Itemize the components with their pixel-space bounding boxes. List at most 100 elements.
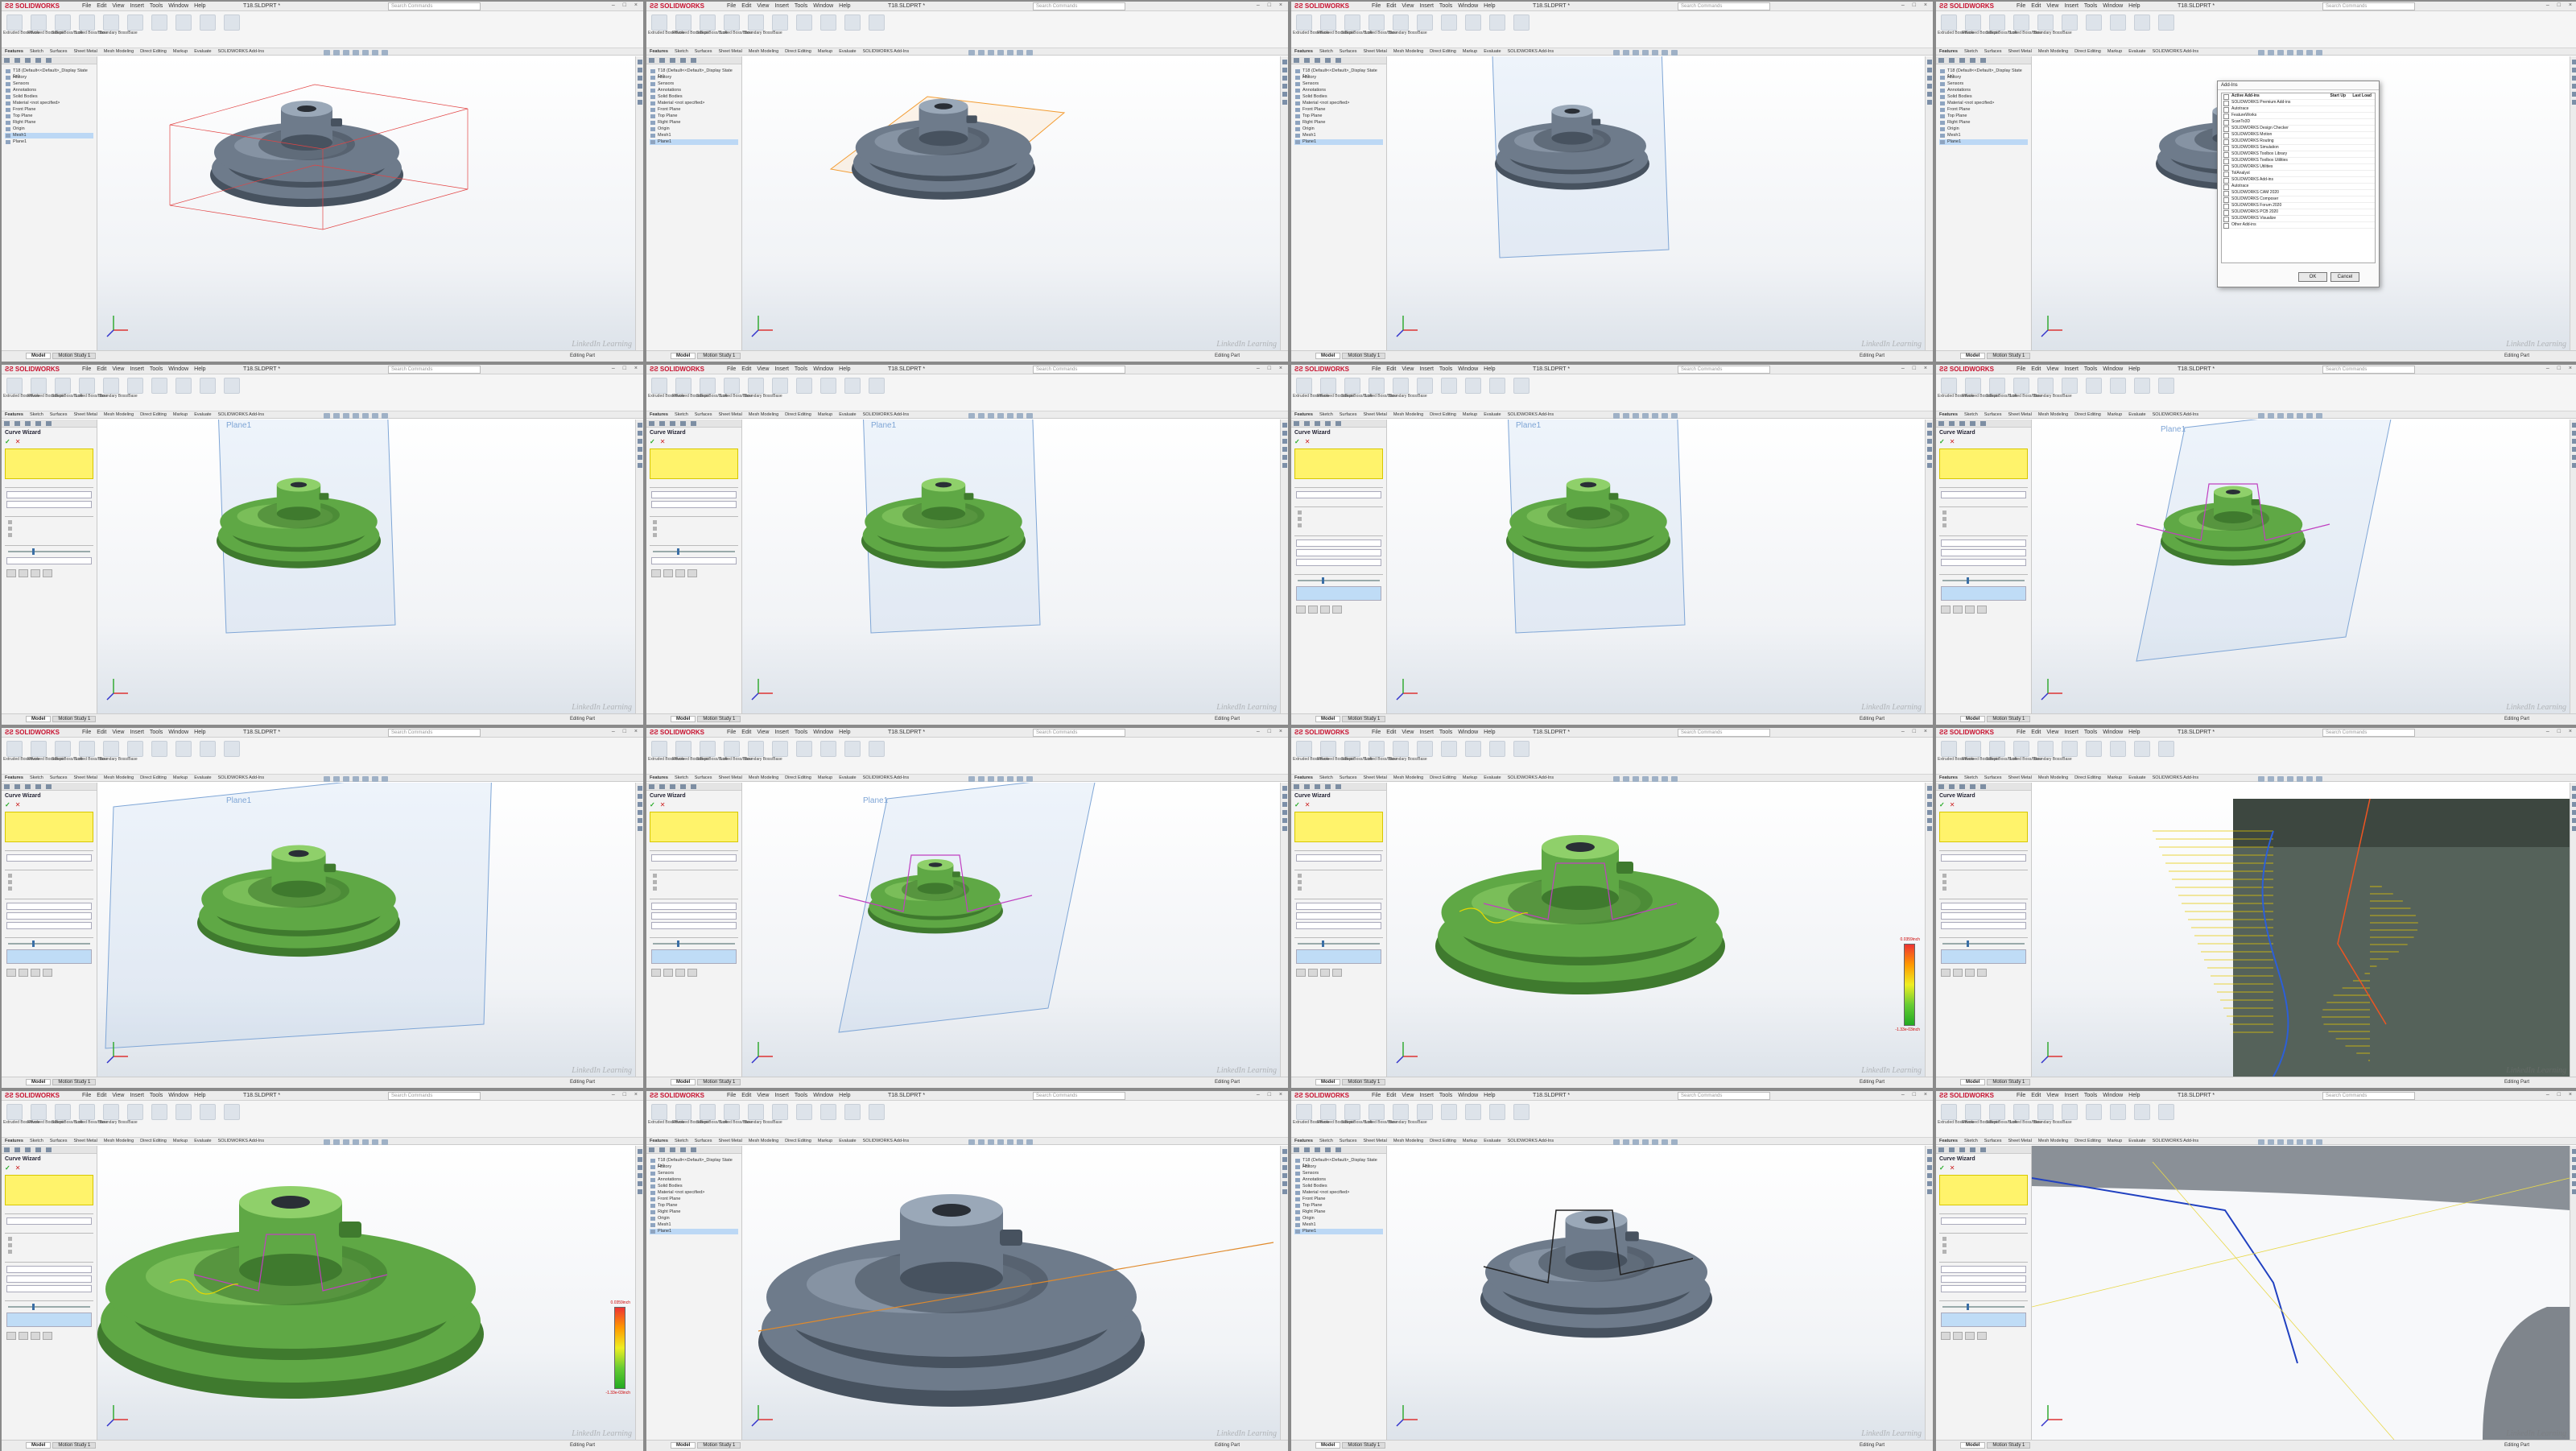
tab-5[interactable]: Direct Editing — [785, 411, 811, 418]
fld-control[interactable] — [651, 912, 737, 920]
tab-0[interactable]: Features — [1294, 48, 1313, 55]
tab-0[interactable]: Features — [650, 48, 668, 55]
ribbon-button-5[interactable] — [1417, 378, 1433, 394]
display-style-icon[interactable] — [2297, 776, 2303, 782]
tab-6[interactable]: Markup — [1463, 411, 1477, 418]
appearance-icon[interactable] — [1026, 413, 1033, 419]
ribbon-button-3[interactable] — [2013, 1104, 2029, 1120]
fld-control[interactable] — [6, 491, 92, 498]
edit-tool-icon[interactable] — [1308, 969, 1318, 977]
property-manager-tab-icon[interactable] — [14, 421, 20, 426]
tab-4[interactable]: Mesh Modeling — [1393, 48, 1423, 55]
fld-control[interactable] — [1296, 912, 1381, 920]
edit-tool-icon[interactable] — [1977, 969, 1987, 977]
resources-icon[interactable] — [638, 60, 642, 64]
ribbon-button-4[interactable] — [1393, 1104, 1409, 1120]
tree-item[interactable]: Top Plane — [1294, 114, 1383, 119]
tab-3[interactable]: Sheet Metal — [1363, 775, 1386, 781]
custom-properties-icon[interactable] — [1282, 463, 1287, 468]
edit-tool-icon[interactable] — [19, 1332, 28, 1340]
menu-file[interactable]: File — [82, 1093, 91, 1098]
tree-item[interactable]: Right Plane — [1294, 1209, 1383, 1215]
ribbon-button-9[interactable] — [1513, 1104, 1530, 1120]
ribbon-button-0[interactable] — [1296, 741, 1312, 757]
view-orientation-icon[interactable] — [353, 1139, 359, 1145]
tab-8[interactable]: SOLIDWORKS Add-Ins — [2153, 48, 2198, 55]
tree-item[interactable]: Top Plane — [650, 1203, 738, 1209]
menu-window[interactable]: Window — [1458, 366, 1478, 372]
property-manager-tab-icon[interactable] — [1304, 1147, 1310, 1152]
ribbon-button-4[interactable] — [748, 741, 764, 757]
add-in-row[interactable]: SOLIDWORKS Premium Add-ins — [2222, 100, 2375, 106]
tab-8[interactable]: SOLIDWORKS Add-Ins — [1508, 48, 1554, 55]
ribbon-button-0[interactable] — [6, 741, 23, 757]
ok-button[interactable]: ✓ — [5, 801, 10, 808]
tab-7[interactable]: Evaluate — [2128, 775, 2145, 781]
ribbon-button-7[interactable] — [2110, 378, 2126, 394]
file-explorer-icon[interactable] — [1927, 802, 1932, 807]
resources-icon[interactable] — [638, 786, 642, 791]
dimxpert-tab-icon[interactable] — [1970, 421, 1975, 426]
tab-3[interactable]: Sheet Metal — [2008, 411, 2031, 418]
tree-item[interactable]: Annotations — [1939, 88, 2028, 93]
view-palette-icon[interactable] — [638, 810, 642, 815]
menu-file[interactable]: File — [1372, 730, 1381, 735]
view-orientation-icon[interactable] — [997, 50, 1004, 56]
tab-4[interactable]: Mesh Modeling — [104, 411, 134, 418]
tree-root[interactable]: T18 (Default<<Default>_Display State 1>) — [650, 1158, 738, 1164]
fld-control[interactable] — [1941, 539, 2026, 547]
tab-4[interactable]: Mesh Modeling — [749, 411, 778, 418]
design-library-icon[interactable] — [1927, 68, 1932, 72]
edit-tool-icon[interactable] — [1953, 606, 1963, 614]
ribbon-button-1[interactable] — [1320, 1104, 1336, 1120]
radio-control[interactable] — [1298, 511, 1342, 515]
menu-window[interactable]: Window — [813, 366, 833, 372]
menu-insert[interactable]: Insert — [774, 1093, 789, 1098]
menu-help[interactable]: Help — [1484, 366, 1495, 372]
tree-item[interactable]: Mesh1 — [1294, 133, 1383, 138]
resources-icon[interactable] — [2572, 423, 2576, 428]
slider-control[interactable] — [1942, 943, 2025, 945]
tree-item[interactable]: Material <not specified> — [650, 101, 738, 106]
display-style-icon[interactable] — [1007, 1139, 1013, 1145]
cancel-button[interactable]: ✕ — [15, 801, 21, 808]
tree-item[interactable]: Top Plane — [1939, 114, 2028, 119]
tab-3[interactable]: Sheet Metal — [73, 1138, 97, 1144]
tab-0[interactable]: Features — [1294, 411, 1313, 418]
tree-item[interactable]: Annotations — [650, 88, 738, 93]
ribbon-button-8[interactable] — [2134, 1104, 2150, 1120]
ribbon-button-8[interactable] — [200, 378, 216, 394]
tab-7[interactable]: Evaluate — [2128, 1138, 2145, 1144]
tab-3[interactable]: Sheet Metal — [1363, 48, 1386, 55]
ribbon-button-3[interactable] — [724, 741, 740, 757]
tree-root[interactable]: T18 (Default<<Default>_Display State 1>) — [5, 68, 93, 74]
menu-tools[interactable]: Tools — [795, 3, 807, 9]
tab-1[interactable]: Sketch — [675, 411, 688, 418]
slider-control[interactable] — [653, 551, 735, 552]
graphics-area[interactable]: Plane1 — [1387, 56, 1925, 350]
edit-tool-icon[interactable] — [6, 569, 16, 577]
appearance-icon[interactable] — [382, 50, 388, 56]
tab-5[interactable]: Direct Editing — [140, 48, 167, 55]
property-manager-tab-icon[interactable] — [1949, 421, 1955, 426]
zoom-fit-icon[interactable] — [2258, 1139, 2264, 1145]
tab-1[interactable]: Sketch — [1319, 775, 1333, 781]
ribbon-button-4[interactable] — [103, 741, 119, 757]
tab-6[interactable]: Markup — [173, 1138, 188, 1144]
ribbon-button-7[interactable] — [820, 1104, 836, 1120]
search-commands-input[interactable]: Search Commands — [1678, 366, 1770, 374]
menu-window[interactable]: Window — [168, 366, 188, 372]
radio-control[interactable] — [8, 527, 52, 531]
radio-control[interactable] — [8, 874, 52, 878]
search-commands-input[interactable]: Search Commands — [388, 366, 481, 374]
menu-insert[interactable]: Insert — [2064, 1093, 2079, 1098]
resources-icon[interactable] — [1927, 60, 1932, 64]
tab-2[interactable]: Surfaces — [1984, 775, 2002, 781]
graphics-area[interactable]: Plane1 — [2032, 420, 2570, 713]
view-orientation-icon[interactable] — [353, 413, 359, 419]
fld-control[interactable] — [1941, 559, 2026, 566]
slider-control[interactable] — [8, 551, 90, 552]
design-library-icon[interactable] — [2572, 68, 2576, 72]
ribbon-button-0[interactable] — [651, 741, 667, 757]
view-palette-icon[interactable] — [638, 1173, 642, 1178]
